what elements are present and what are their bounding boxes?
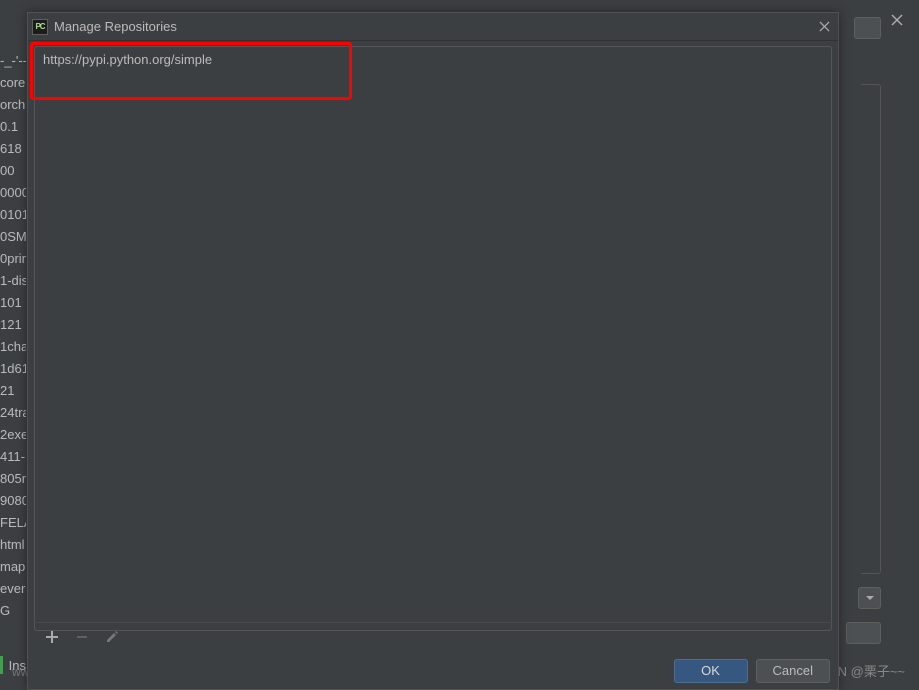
ok-button[interactable]: OK (674, 659, 748, 683)
add-button[interactable] (44, 629, 60, 645)
parent-lower-button[interactable] (846, 622, 881, 644)
list-item[interactable]: 411- (0, 446, 26, 468)
parent-dropdown-button[interactable] (858, 587, 881, 609)
edit-button[interactable] (104, 629, 120, 645)
repo-toolbar (34, 622, 832, 650)
list-item[interactable]: 1-dis (0, 270, 26, 292)
status-indicator-icon (0, 656, 3, 674)
list-item[interactable]: 101 (0, 292, 26, 314)
list-item[interactable]: 0101 (0, 204, 26, 226)
package-list-strip: -_-'-- core orch 0.1 618 00 0000 0101 0S… (0, 50, 26, 640)
close-icon[interactable] (816, 19, 832, 35)
list-item[interactable]: 24tra (0, 402, 26, 424)
repository-item[interactable]: https://pypi.python.org/simple (35, 47, 831, 72)
list-item[interactable]: ever (0, 578, 26, 600)
parent-right-panel (861, 84, 881, 574)
parent-top-button[interactable] (854, 17, 881, 39)
list-item[interactable]: 805n (0, 468, 26, 490)
list-item[interactable]: 9080 (0, 490, 26, 512)
list-item[interactable]: 21 (0, 380, 26, 402)
list-item[interactable]: 1d61 (0, 358, 26, 380)
list-item[interactable]: 0000 (0, 182, 26, 204)
list-item[interactable]: orch (0, 94, 26, 116)
list-item[interactable]: 0.1 (0, 116, 26, 138)
list-item[interactable]: 0prin (0, 248, 26, 270)
list-item[interactable]: 1cha (0, 336, 26, 358)
list-item[interactable]: 0SM. (0, 226, 26, 248)
list-item[interactable]: map (0, 556, 26, 578)
remove-button[interactable] (74, 629, 90, 645)
list-item[interactable]: 618 (0, 138, 26, 160)
list-item[interactable]: FELA (0, 512, 26, 534)
dialog-title: Manage Repositories (54, 19, 816, 34)
list-item[interactable]: html (0, 534, 26, 556)
list-item[interactable]: core (0, 72, 26, 94)
dialog-button-row: OK Cancel (674, 659, 830, 683)
dialog-titlebar[interactable]: PC Manage Repositories (28, 13, 838, 41)
list-item[interactable]: -_-'-- (0, 50, 26, 72)
manage-repositories-dialog: PC Manage Repositories https://pypi.pyth… (27, 12, 839, 690)
list-item[interactable]: G (0, 600, 26, 622)
list-item[interactable]: 121 (0, 314, 26, 336)
list-item[interactable]: 00 (0, 160, 26, 182)
cancel-button[interactable]: Cancel (756, 659, 830, 683)
repository-list[interactable]: https://pypi.python.org/simple (34, 46, 832, 631)
pycharm-icon: PC (32, 19, 48, 35)
list-item[interactable]: 2exe (0, 424, 26, 446)
parent-close-icon[interactable] (891, 14, 903, 26)
